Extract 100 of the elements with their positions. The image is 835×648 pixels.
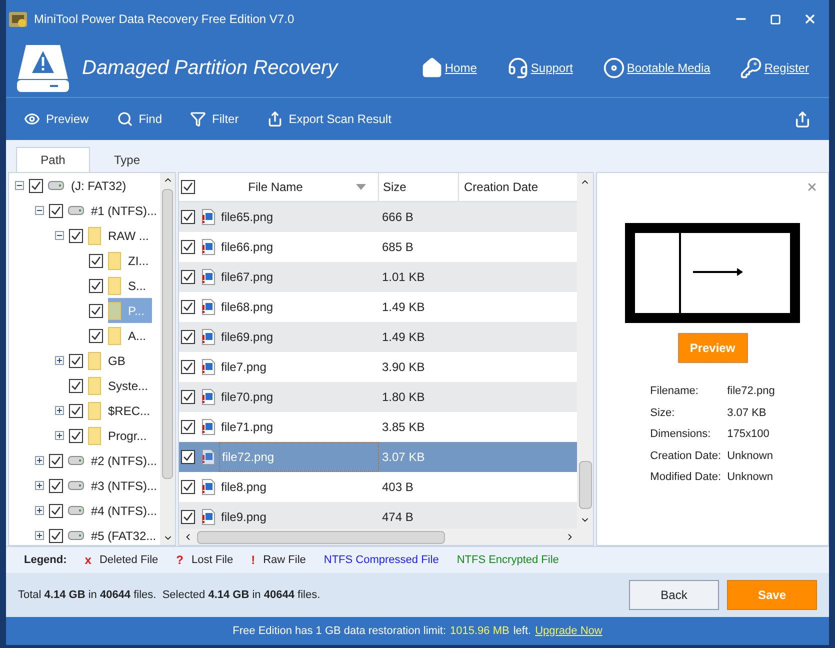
tree-item[interactable]: $REC... [88, 398, 158, 423]
tree-label: GB [108, 352, 126, 370]
tree-item[interactable]: (J: FAT32) [48, 173, 134, 198]
checkbox[interactable] [49, 528, 63, 542]
close-icon[interactable] [806, 181, 818, 193]
disc-icon [602, 56, 625, 78]
tree-label: ZI... [128, 252, 149, 270]
tree-item[interactable]: #2 (NTFS)... [68, 448, 160, 473]
detail-label: Modified Date: [650, 470, 722, 485]
tab[interactable]: Type [90, 147, 164, 172]
tab[interactable]: Path [16, 147, 90, 172]
header-link[interactable]: Bootable Media [626, 58, 710, 76]
header-link[interactable]: Support [530, 58, 573, 76]
scroll-thumb[interactable] [197, 530, 445, 544]
expand-icon[interactable] [35, 456, 44, 465]
expand-icon[interactable] [35, 506, 44, 515]
file-size: 3.90 KB [381, 359, 426, 376]
toolbar-button[interactable]: Preview [16, 110, 97, 128]
checkbox[interactable] [181, 510, 195, 524]
upgrade-link[interactable]: Upgrade Now [535, 622, 602, 640]
tree-label: #3 (NTFS)... [91, 478, 158, 494]
drive-icon [68, 456, 84, 465]
detail-value: file72.png [727, 384, 775, 399]
tree-label: #2 (NTFS)... [91, 452, 158, 470]
checkbox[interactable] [181, 300, 195, 314]
checkbox[interactable] [181, 360, 195, 374]
toolbar-button[interactable]: Export Scan Result [258, 110, 400, 128]
checkbox[interactable] [69, 354, 83, 368]
file-name: file71.png [220, 419, 274, 436]
image-file-icon [202, 389, 215, 405]
checkbox[interactable] [69, 378, 83, 392]
tree-item[interactable]: ZI... [108, 248, 157, 273]
toolbar-button[interactable]: Filter [182, 110, 247, 128]
tree-item[interactable]: Progr... [88, 423, 155, 448]
checkbox[interactable] [89, 254, 103, 268]
file-row[interactable]: file67.png 1.01 KB [179, 262, 577, 292]
tree-item[interactable]: RAW ... [88, 223, 157, 248]
checkbox[interactable] [89, 328, 103, 342]
checkbox[interactable] [181, 450, 195, 464]
maximize-icon[interactable] [770, 14, 781, 24]
checkbox[interactable] [69, 404, 83, 418]
checkbox[interactable] [49, 454, 63, 468]
header-link[interactable]: Register [764, 58, 809, 76]
column-header[interactable]: Size [379, 173, 459, 201]
expand-icon[interactable] [55, 356, 64, 365]
checkbox[interactable] [181, 180, 195, 194]
checkbox[interactable] [29, 178, 43, 192]
scrollbar[interactable] [577, 173, 593, 529]
scrollbar[interactable] [160, 173, 175, 545]
checkbox[interactable] [49, 478, 63, 492]
tree-item[interactable]: #1 (NTFS)... [68, 198, 160, 223]
checkbox[interactable] [181, 390, 195, 404]
back-button[interactable]: Back [629, 580, 719, 610]
file-row[interactable]: file9.png 474 B [179, 502, 577, 532]
folder-icon [108, 302, 121, 320]
file-size: 3.85 KB [381, 419, 426, 436]
file-row[interactable]: file69.png 1.49 KB [179, 322, 577, 352]
scroll-thumb[interactable] [162, 189, 173, 479]
checkbox[interactable] [181, 270, 195, 284]
checkbox[interactable] [89, 278, 103, 292]
legend-label: Deleted File [99, 552, 158, 568]
scrollbar[interactable] [179, 529, 593, 545]
checkbox[interactable] [181, 240, 195, 254]
column-header[interactable]: File Name [179, 173, 379, 201]
checkbox[interactable] [49, 504, 63, 518]
collapse-icon[interactable] [35, 206, 44, 215]
checkbox[interactable] [181, 330, 195, 344]
toolbar-button[interactable]: Find [108, 110, 170, 128]
file-name: file8.png [220, 479, 268, 496]
image-file-icon [202, 269, 215, 285]
tree-item[interactable]: #3 (NTFS)... [68, 473, 160, 498]
legend-mark: ? [176, 552, 184, 569]
column-header[interactable]: Creation Date [459, 173, 577, 201]
expand-icon[interactable] [35, 481, 44, 490]
checkbox[interactable] [69, 428, 83, 442]
collapse-icon[interactable] [55, 231, 64, 240]
expand-icon[interactable] [35, 531, 44, 540]
share-icon[interactable] [794, 110, 811, 128]
checkbox[interactable] [181, 420, 195, 434]
tree-item[interactable]: #4 (NTFS)... [68, 498, 160, 523]
tree-item[interactable]: S... [108, 273, 154, 298]
export-icon [266, 111, 283, 127]
tree-item[interactable]: Syste... [88, 373, 156, 398]
checkbox[interactable] [49, 204, 63, 218]
tree-item[interactable]: A... [108, 323, 154, 348]
expand-icon[interactable] [55, 431, 64, 440]
header-link[interactable]: Home [444, 58, 477, 76]
checkbox[interactable] [69, 228, 83, 242]
checkbox[interactable] [181, 480, 195, 494]
file-row[interactable]: file65.png 666 B [179, 202, 577, 232]
image-file-icon [202, 239, 215, 255]
close-icon[interactable] [803, 12, 817, 26]
scroll-thumb[interactable] [578, 461, 592, 509]
file-row[interactable]: file70.png 1.80 KB [179, 382, 577, 412]
checkbox[interactable] [181, 210, 195, 224]
tree-item[interactable]: #5 (FAT32... [68, 523, 160, 545]
expand-icon[interactable] [55, 406, 64, 415]
collapse-icon[interactable] [15, 181, 24, 190]
tree-item[interactable]: GB [88, 348, 134, 373]
checkbox[interactable] [89, 304, 103, 318]
